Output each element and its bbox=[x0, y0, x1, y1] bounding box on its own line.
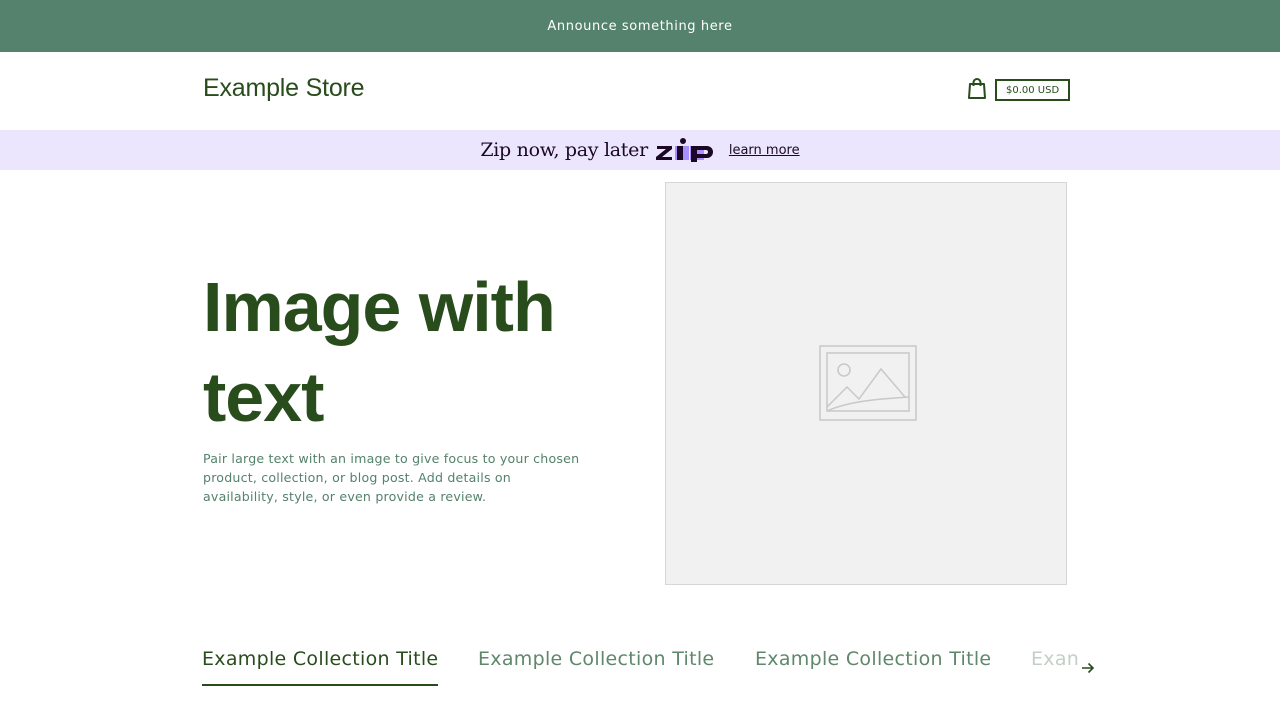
tab-collection-4[interactable]: Exan bbox=[1031, 648, 1079, 684]
announcement-text: Announce something here bbox=[547, 18, 733, 34]
zip-banner-text: Zip now, pay later bbox=[480, 139, 648, 161]
tab-collection-1[interactable]: Example Collection Title bbox=[202, 648, 439, 686]
tab-collection-2[interactable]: Example Collection Title bbox=[478, 648, 714, 684]
hero-image-placeholder bbox=[665, 182, 1067, 585]
tab-collection-3[interactable]: Example Collection Title bbox=[755, 648, 991, 684]
hero-description: Pair large text with an image to give fo… bbox=[203, 451, 580, 504]
arrow-right-icon[interactable] bbox=[1080, 660, 1096, 676]
announcement-bar: Announce something here bbox=[0, 0, 1280, 52]
site-header: Example Store $0.00 USD bbox=[0, 52, 1280, 130]
store-logo[interactable]: Example Store bbox=[203, 74, 365, 103]
zip-logo bbox=[655, 138, 713, 162]
cart-total-button[interactable]: $0.00 USD bbox=[995, 79, 1071, 101]
collection-tabs: Example Collection Title Example Collect… bbox=[202, 648, 1102, 698]
zip-learn-more-link[interactable]: learn more bbox=[729, 143, 800, 158]
shopping-bag-icon[interactable] bbox=[967, 78, 987, 100]
hero-title: Image with text bbox=[203, 268, 556, 436]
image-placeholder-icon bbox=[819, 345, 917, 421]
zip-banner: Zip now, pay later learn more bbox=[0, 130, 1280, 170]
